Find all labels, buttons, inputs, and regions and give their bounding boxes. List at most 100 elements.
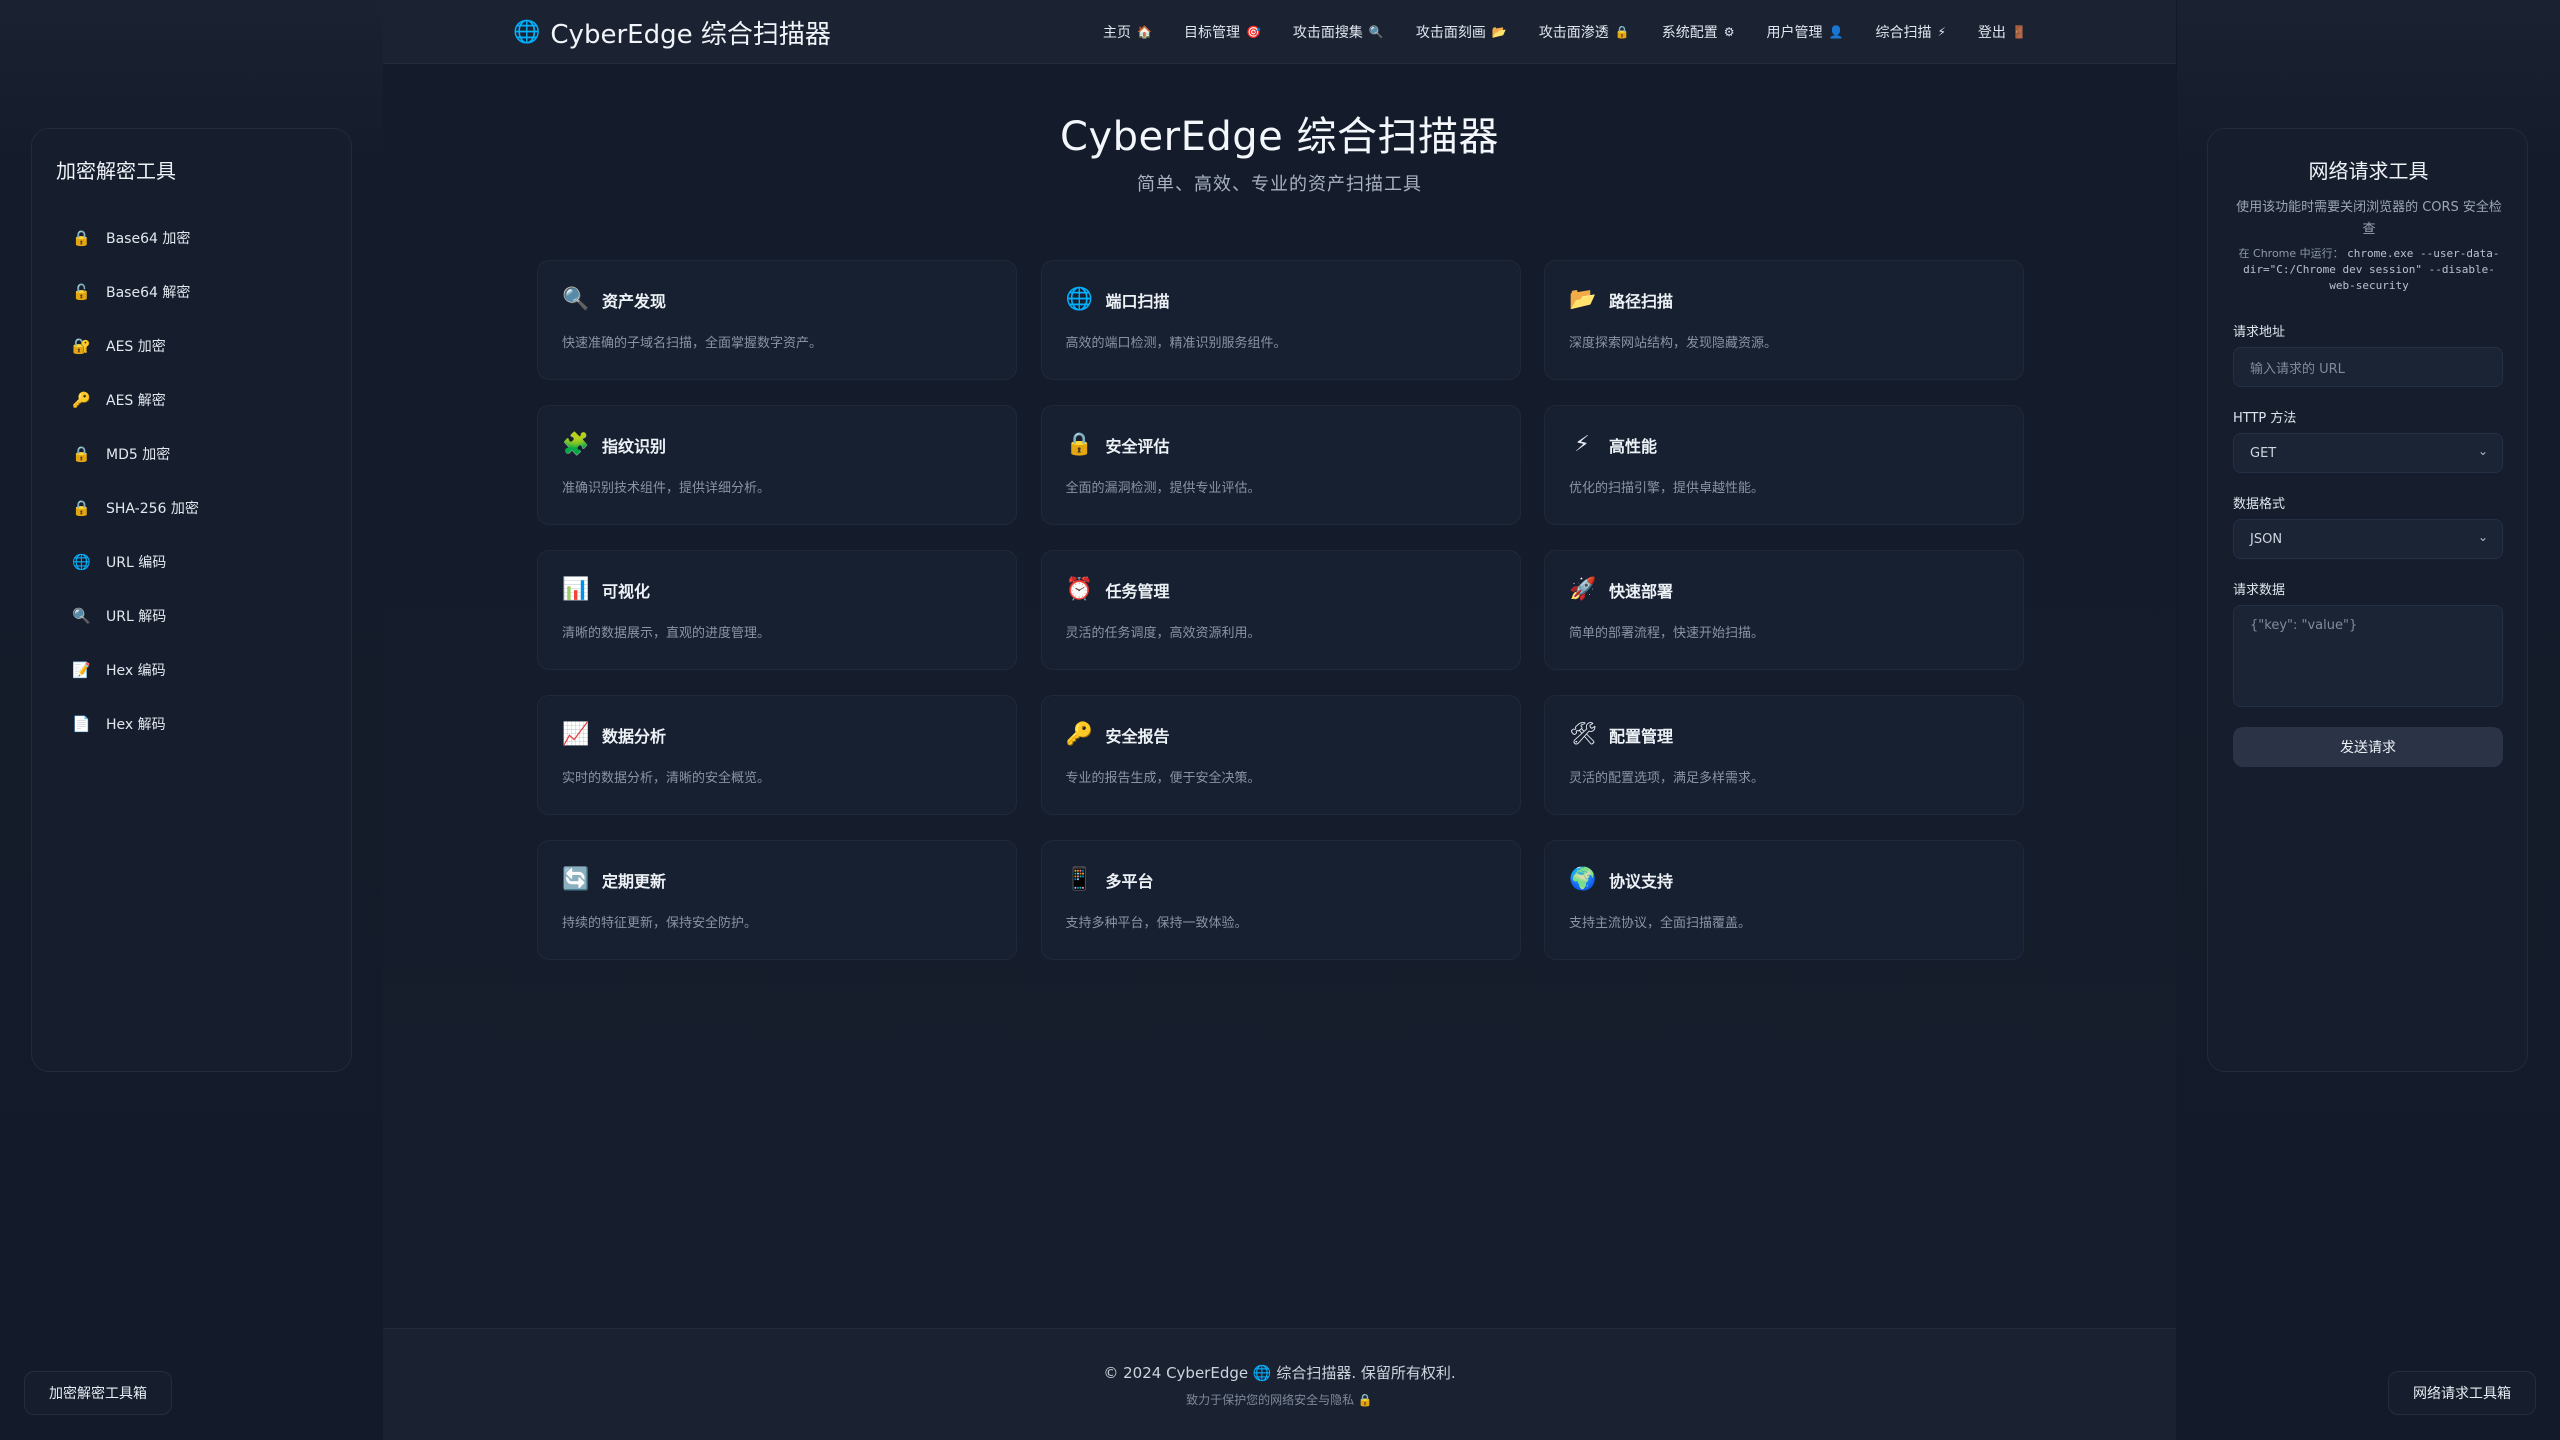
home-icon: 🏠 — [1137, 25, 1152, 39]
lightning-icon: ⚡ — [1937, 25, 1946, 39]
lock-icon: 🔒 — [1065, 432, 1093, 457]
nav-label: 攻击面刻画 — [1415, 25, 1486, 41]
globe-icon: 🌐 — [1065, 287, 1093, 312]
door-icon: 🚪 — [2011, 25, 2027, 39]
nav-label: 系统配置 — [1661, 25, 1718, 41]
page-title: CyberEdge 综合扫描器 — [1060, 114, 1499, 160]
search-icon: 🔍 — [1368, 25, 1384, 39]
tool-label: MD5 加密 — [106, 447, 171, 463]
feature-desc: 准确识别技术组件，提供详细分析。 — [562, 481, 771, 496]
globe-icon: 🌐 — [72, 553, 91, 571]
feature-grid: 🔍 资产发现快速准确的子域名扫描，全面掌握数字资产。 🌐 端口扫描 高效的端口检测，精… — [537, 260, 2024, 960]
tool-label: Hex 解码 — [106, 717, 166, 733]
trend-chart-icon: 📈 — [562, 722, 590, 747]
feature-card: 📊 可视化 清晰的数据展示，直观的进度管理。 — [537, 550, 1017, 670]
network-request-panel: 网络请求工具 使用该功能时需要关闭浏览器的 CORS 安全检查 在 Chrome… — [2207, 128, 2528, 1072]
tool-sha256-hash[interactable]: 🔒 SHA-256 加密 — [72, 481, 199, 535]
url-input[interactable]: 输入请求的 URL — [2233, 347, 2503, 387]
feature-card: 🚀 快速部署 简单的部署流程，快速开始扫描。 — [1544, 550, 2024, 670]
nav-label: 攻击面搜集 — [1292, 25, 1363, 41]
feature-card: 📂 路径扫描 深度探索网站结构，发现隐藏资源。 — [1544, 260, 2024, 380]
key-icon: 🔑 — [72, 391, 91, 409]
method-select[interactable]: GET ⌄ — [2233, 433, 2503, 473]
nav-logout[interactable]: 登出 🚪 — [1978, 22, 2027, 42]
nav-attack-surface-penetration[interactable]: 攻击面渗透 🔒 — [1539, 22, 1630, 42]
send-request-button[interactable]: 发送请求 — [2233, 727, 2503, 767]
feature-title: 定期更新 — [602, 871, 667, 891]
feature-title: 配置管理 — [1609, 726, 1674, 746]
feature-title: 安全评估 — [1105, 436, 1170, 456]
feature-title: 快速部署 — [1609, 581, 1674, 601]
tool-url-decode[interactable]: 🔍 URL 解码 — [72, 589, 199, 643]
format-select[interactable]: JSON ⌄ — [2233, 519, 2503, 559]
feature-desc: 支持主流协议，全面扫描覆盖。 — [1569, 916, 1752, 931]
feature-desc: 优化的扫描引擎，提供卓越性能。 — [1569, 481, 1765, 496]
nav-system-config[interactable]: 系统配置 ⚙ — [1662, 22, 1735, 42]
tool-md5-hash[interactable]: 🔒 MD5 加密 — [72, 427, 199, 481]
tool-url-encode[interactable]: 🌐 URL 编码 — [72, 535, 199, 589]
tool-label: Hex 编码 — [106, 663, 166, 679]
page-subtitle: 简单、高效、专业的资产扫描工具 — [1137, 174, 1422, 195]
feature-title: 资产发现 — [602, 291, 667, 311]
tools-icon: 🛠 — [1569, 722, 1597, 747]
copyright-text: © 2024 CyberEdge 🌐 综合扫描器. 保留所有权利. — [1103, 1364, 1456, 1382]
lock-key-icon: 🔐 — [72, 337, 91, 355]
user-icon: 👤 — [1828, 25, 1844, 39]
feature-card: 🔑 安全报告 专业的报告生成，便于安全决策。 — [1040, 695, 1521, 815]
tool-label: AES 加密 — [106, 339, 166, 355]
main-nav: 主页 🏠 目标管理 🎯 攻击面搜集 🔍 攻击面刻画 📂 攻击面渗透 🔒 系统配置 ⚙ 用户管… — [1103, 0, 2027, 64]
feature-card: 🌍 协议支持 支持主流协议，全面扫描覆盖。 — [1544, 840, 2024, 960]
lock-icon: 🔒 — [72, 499, 91, 517]
feature-desc: 持续的特征更新，保持安全防护。 — [562, 916, 758, 931]
nav-target-management[interactable]: 目标管理 🎯 — [1184, 22, 1261, 42]
feature-title: 高性能 — [1609, 436, 1658, 456]
format-value: JSON — [2250, 531, 2283, 547]
tool-label: SHA-256 加密 — [106, 501, 199, 517]
feature-card: 📈 数据分析实时的数据分析，清晰的安全概览。 — [537, 695, 1017, 815]
tool-aes-encrypt[interactable]: 🔐 AES 加密 — [72, 319, 199, 373]
panel-title: 加密解密工具 — [56, 159, 176, 183]
nav-user-management[interactable]: 用户管理 👤 — [1767, 22, 1844, 42]
tool-hex-encode[interactable]: 📝 Hex 编码 — [72, 643, 199, 697]
nav-attack-surface-collection[interactable]: 攻击面搜集 🔍 — [1293, 22, 1384, 42]
feature-desc: 实时的数据分析，清晰的安全概览。 — [562, 771, 771, 786]
tool-base64-encode[interactable]: 🔒 Base64 加密 — [72, 211, 199, 265]
refresh-icon: 🔄 — [562, 867, 590, 892]
feature-title: 多平台 — [1105, 871, 1154, 891]
nav-home[interactable]: 主页 🏠 — [1103, 22, 1152, 42]
cors-note: 使用该功能时需要关闭浏览器的 CORS 安全检查 — [2236, 200, 2502, 237]
chrome-command-hint: 在 Chrome 中运行： chrome.exe --user-data-dir… — [2234, 246, 2504, 294]
feature-card: 🌐 端口扫描 高效的端口检测，精准识别服务组件。 — [1040, 260, 1521, 380]
feature-title: 可视化 — [602, 581, 651, 601]
tool-base64-decode[interactable]: 🔓 Base64 解密 — [72, 265, 199, 319]
body-label: 请求数据 — [2233, 583, 2286, 598]
feature-card: 🔍 资产发现快速准确的子域名扫描，全面掌握数字资产。 — [537, 260, 1017, 380]
footer-tagline: 致力于保护您的网络安全与隐私 🔒 — [1186, 1393, 1373, 1407]
feature-title: 协议支持 — [1609, 871, 1674, 891]
tool-aes-decrypt[interactable]: 🔑 AES 解密 — [72, 373, 199, 427]
request-toolbox-toggle-button[interactable]: 网络请求工具箱 — [2388, 1371, 2536, 1415]
lock-icon: 🔒 — [1614, 25, 1630, 39]
crypto-toolbox-toggle-button[interactable]: 加密解密工具箱 — [24, 1371, 172, 1415]
nav-label: 目标管理 — [1183, 25, 1240, 41]
chevron-down-icon: ⌄ — [2477, 444, 2488, 458]
memo-icon: 📝 — [72, 661, 91, 679]
feature-card: 🔒 安全评估 全面的漏洞检测，提供专业评估。 — [1040, 405, 1521, 525]
feature-desc: 专业的报告生成，便于安全决策。 — [1065, 771, 1261, 786]
request-body-textarea[interactable]: {"key": "value"} — [2233, 605, 2503, 707]
tool-label: Base64 加密 — [106, 231, 191, 247]
feature-card: 📱 多平台 支持多种平台，保持一致体验。 — [1040, 840, 1521, 960]
tool-hex-decode[interactable]: 📄 Hex 解码 — [72, 697, 199, 751]
nav-comprehensive-scan[interactable]: 综合扫描 ⚡ — [1875, 22, 1945, 42]
feature-desc: 快速准确的子域名扫描，全面掌握数字资产。 — [562, 336, 823, 351]
crypto-tools-panel: 加密解密工具 🔒 Base64 加密 🔓 Base64 解密 🔐 AES 加密 🔑 AE… — [31, 128, 352, 1072]
nav-label: 综合扫描 — [1875, 25, 1932, 41]
alarm-clock-icon: ⏰ — [1065, 577, 1093, 602]
brand-logo[interactable]: 🌐 CyberEdge 综合扫描器 — [513, 0, 831, 64]
globe-icon: 🌐 — [513, 19, 541, 45]
magnifier-icon: 🔍 — [562, 287, 590, 312]
feature-title: 数据分析 — [602, 726, 667, 746]
puzzle-icon: 🧩 — [562, 432, 590, 457]
nav-attack-surface-profiling[interactable]: 攻击面刻画 📂 — [1416, 22, 1507, 42]
feature-desc: 简单的部署流程，快速开始扫描。 — [1569, 626, 1765, 641]
